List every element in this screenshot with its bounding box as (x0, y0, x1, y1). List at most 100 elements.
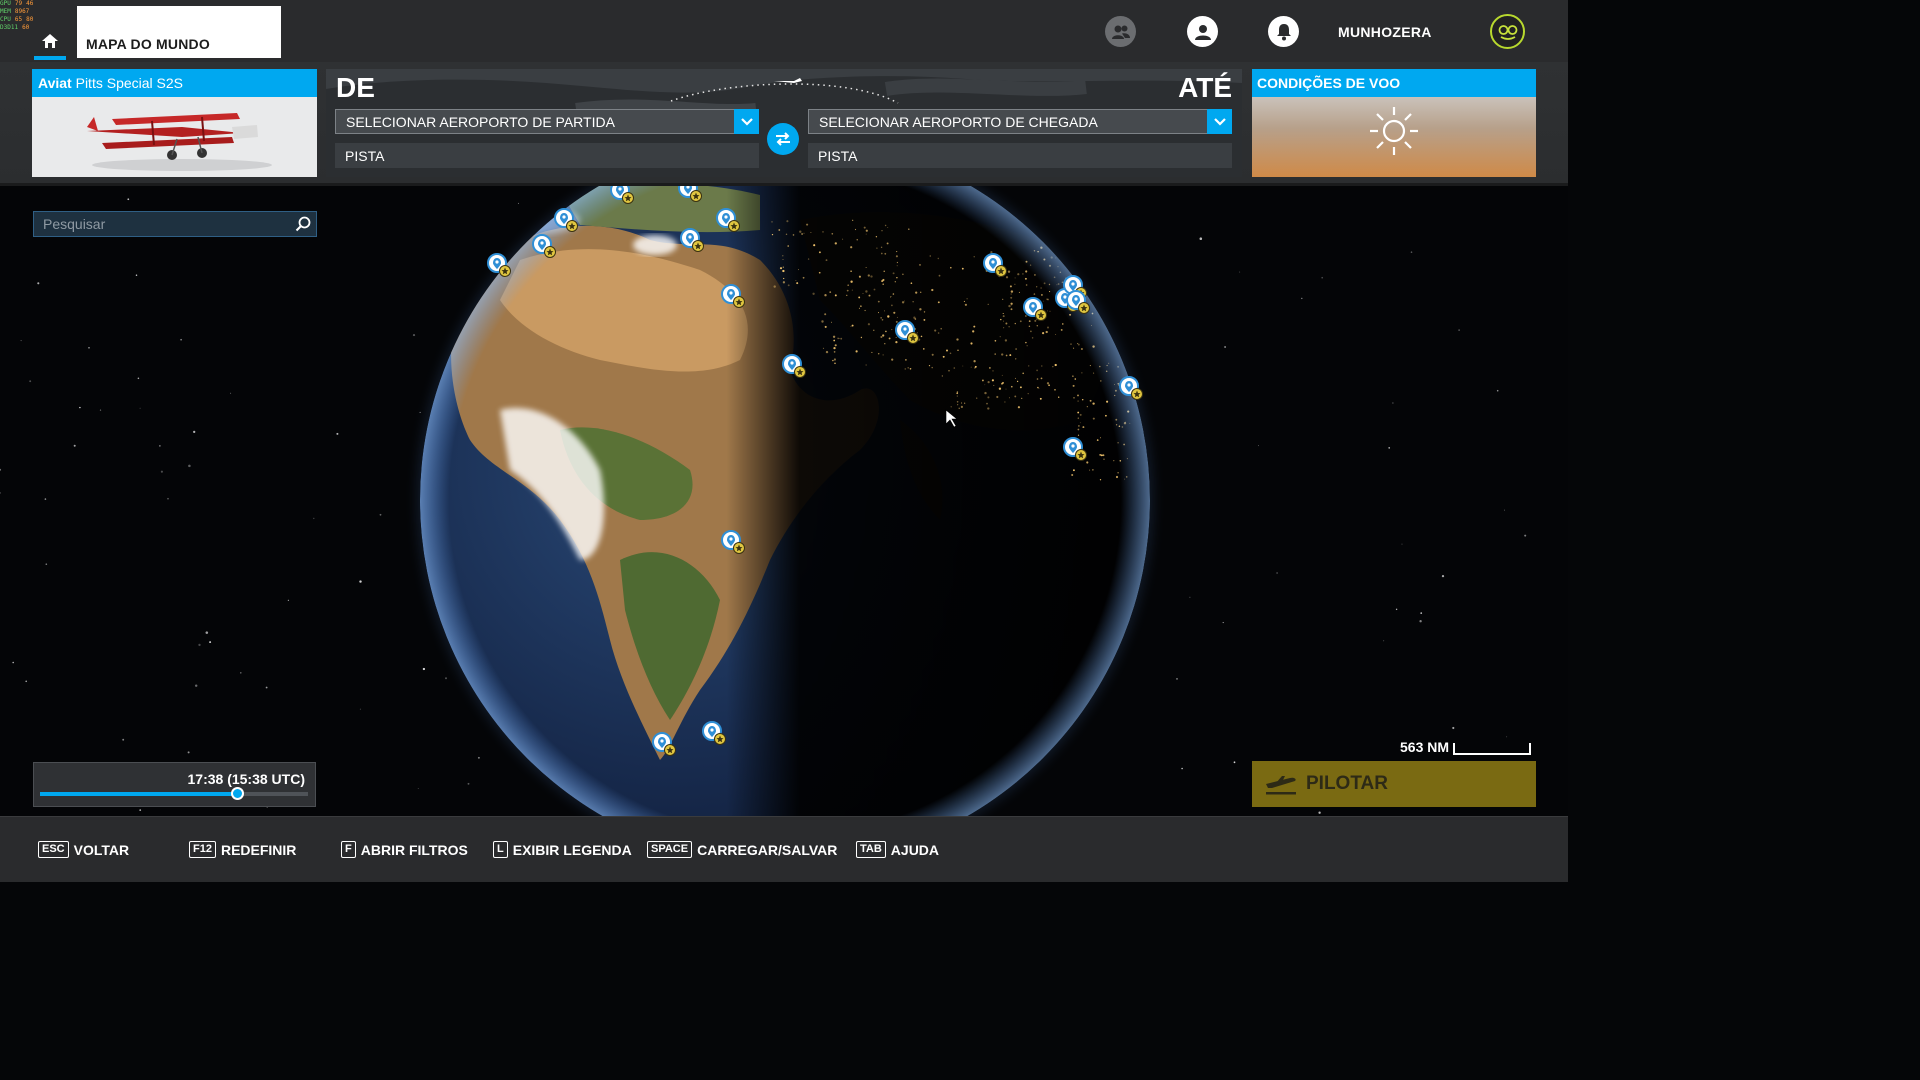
star (187, 751, 190, 754)
profile-button[interactable] (1187, 16, 1218, 47)
star (127, 198, 130, 201)
perf-value: 65 (14, 16, 23, 23)
star (417, 788, 419, 790)
star (1199, 237, 1203, 240)
arrival-airport-label: SELECIONAR AEROPORTO DE CHEGADA (819, 114, 1098, 130)
star (205, 631, 209, 634)
username[interactable]: MUNHOZERA (1338, 24, 1432, 40)
avatar[interactable] (1490, 14, 1525, 49)
swap-airports-button[interactable] (767, 123, 799, 155)
star (73, 444, 76, 447)
keycap: F12 (189, 841, 216, 858)
time-of-day-control: 17:38 (15:38 UTC) (33, 762, 316, 807)
search-icon[interactable] (294, 215, 312, 233)
fly-button-label: PILOTAR (1306, 773, 1388, 794)
hint-exibir-legenda[interactable]: L EXIBIR LEGENDA (493, 841, 632, 858)
perf-label: CPU (0, 16, 11, 23)
hint-voltar[interactable]: ESC VOLTAR (38, 841, 129, 858)
star (159, 445, 161, 447)
star (1392, 402, 1394, 404)
star (445, 677, 447, 680)
star (44, 498, 47, 500)
keycap: L (493, 841, 508, 858)
star (25, 680, 27, 683)
home-icon (42, 34, 58, 48)
arrival-airport-select[interactable]: SELECIONAR AEROPORTO DE CHEGADA (808, 109, 1232, 134)
departure-dropdown-button[interactable] (734, 109, 759, 134)
to-label: ATÉ (1178, 72, 1232, 103)
world-map-screen: GPU 79 46 MEM 8967 CPU 65 80 D3D11 60 MAPA DO MUN… (0, 0, 1568, 882)
star (88, 346, 90, 349)
departure-airport-select[interactable]: SELECIONAR AEROPORTO DE PARTIDA (335, 109, 759, 134)
star (1276, 572, 1278, 574)
aircraft-card[interactable]: Aviat Pitts Special S2S (32, 69, 317, 177)
search-box (33, 211, 317, 237)
time-slider-thumb[interactable] (230, 787, 244, 800)
flight-conditions-card[interactable]: CONDIÇÕES DE VOO (1252, 69, 1536, 177)
aircraft-image (32, 97, 317, 177)
keycap: TAB (856, 841, 886, 858)
map-scale-label: 563 NM (1400, 739, 1450, 755)
star (139, 809, 142, 811)
star (359, 580, 362, 583)
notifications-button[interactable] (1268, 16, 1299, 47)
star (1301, 297, 1303, 300)
star (1401, 543, 1403, 545)
chevron-down-icon (740, 117, 753, 126)
map-scale-bar (1453, 743, 1532, 755)
star (29, 380, 32, 383)
arrival-runway-select[interactable]: PISTA (808, 143, 1232, 168)
swap-arrows-icon (776, 132, 790, 146)
star (1258, 445, 1259, 447)
star (180, 338, 182, 341)
hint-label: AJUDA (890, 841, 940, 858)
star (379, 513, 382, 516)
time-slider[interactable] (40, 787, 308, 800)
hint-label: VOLTAR (73, 841, 130, 858)
bell-icon (1276, 23, 1291, 40)
star (313, 517, 315, 520)
star (265, 686, 268, 689)
star (1395, 608, 1398, 611)
star (167, 497, 169, 500)
keycap: F (341, 841, 356, 858)
hint-ajuda[interactable]: TAB AJUDA (856, 841, 939, 858)
departure-airport-label: SELECIONAR AEROPORTO DE PARTIDA (346, 114, 615, 130)
perf-value: 8967 (14, 8, 30, 15)
hint-abrir-filtros[interactable]: F ABRIR FILTROS (341, 841, 468, 858)
user-icon (1194, 24, 1211, 40)
from-label: DE (336, 72, 375, 103)
star (209, 641, 212, 644)
star (1420, 612, 1423, 614)
star (1181, 767, 1183, 770)
home-active-indicator (34, 56, 66, 60)
time-label: 17:38 (15:38 UTC) (187, 771, 306, 787)
star (1239, 271, 1241, 273)
arrival-dropdown-button[interactable] (1207, 109, 1232, 134)
perf-extra: 80 (26, 16, 34, 23)
flight-setup-panel: Aviat Pitts Special S2S DE ATÉ SELECIONA… (0, 62, 1568, 186)
star (188, 464, 191, 468)
perf-label: GPU (0, 0, 11, 7)
star (1458, 329, 1460, 331)
star (45, 563, 48, 565)
perf-label: D3D11 (0, 24, 19, 31)
star (467, 782, 470, 785)
star (1410, 251, 1413, 253)
hint-carregar-salvar[interactable]: SPACE CARREGAR/SALVAR (647, 841, 837, 858)
star (336, 432, 339, 435)
star (1318, 811, 1321, 814)
bottom-hints-bar: ESC VOLTAR F12 REDEFINIR F ABRIR FILTROS L EXIB… (0, 816, 1568, 882)
fly-button[interactable]: PILOTAR (1252, 761, 1536, 807)
flight-conditions-title: CONDIÇÕES DE VOO (1252, 69, 1536, 97)
star (517, 202, 519, 204)
departure-runway-select[interactable]: PISTA (335, 143, 759, 168)
star (477, 756, 480, 759)
friends-button[interactable] (1105, 16, 1136, 47)
search-input[interactable] (34, 212, 290, 236)
hint-redefinir[interactable]: F12 REDEFINIR (189, 841, 296, 858)
star (422, 667, 426, 671)
star (1189, 596, 1191, 598)
hint-label: CARREGAR/SALVAR (697, 841, 838, 858)
star (230, 392, 232, 394)
